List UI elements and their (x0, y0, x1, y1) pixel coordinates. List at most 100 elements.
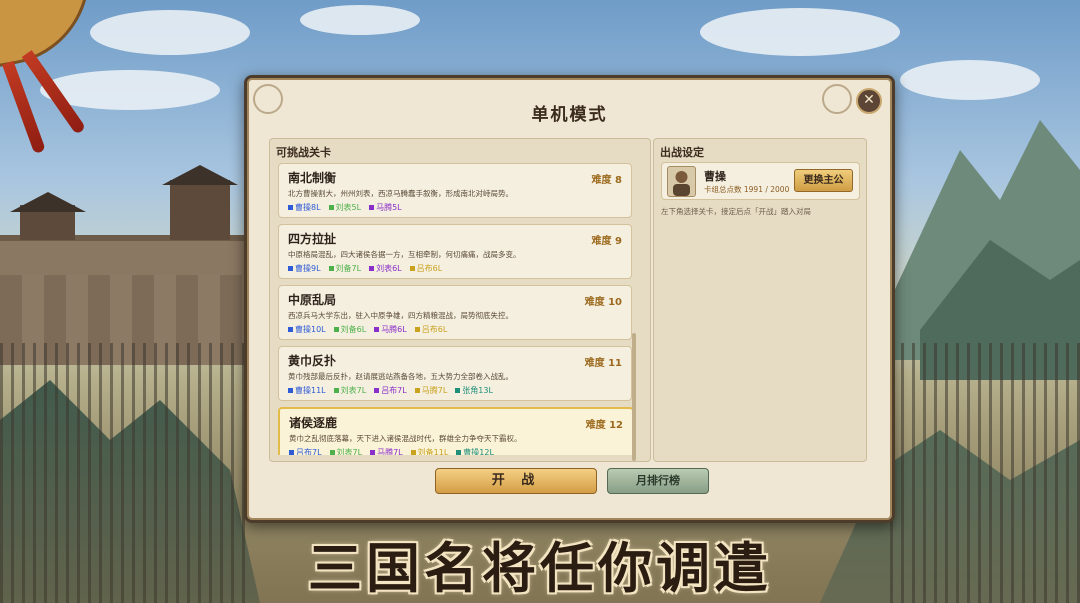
stage-opponents: 吕布7L 刘表7L 马腾7L 刘备11L 曹操12L (289, 447, 502, 455)
opponent-tag: 马腾6L (374, 325, 407, 334)
opponent-label: 吕布6L (421, 325, 448, 334)
stage-description: 黄巾之乱彻底落幕，天下进入诸侯混战时代，群雄全力争夺天下霸权。 (289, 434, 522, 443)
faction-color-icon (410, 450, 416, 455)
faction-color-icon (288, 327, 293, 332)
faction-color-icon (374, 388, 380, 393)
opponent-tag: 曹操8L (288, 203, 321, 212)
faction-color-icon (328, 266, 334, 271)
stage-opponents: 曹操11L 刘表7L 吕布7L 马腾7L 张角13L (288, 385, 501, 396)
deploy-section-title: 出战设定 (660, 146, 704, 159)
change-lord-button[interactable]: 更换主公 (794, 169, 853, 192)
stage-list-box: 可挑战关卡 南北制衡 难度 8 北方曹操割大，州州刘表，西凉马腾蠢手叙衡，形成南北对… (269, 138, 651, 462)
opponent-label: 吕布7L (296, 448, 322, 455)
opponent-label: 马腾5L (376, 203, 402, 212)
slogan-text: 三国名将任你调遣 (308, 536, 772, 600)
faction-color-icon (288, 266, 293, 271)
general-portrait-icon (673, 171, 690, 196)
opponent-tag: 刘备7L (328, 264, 362, 273)
opponent-label: 刘备6L (340, 325, 367, 334)
opponent-label: 曹操10L (295, 325, 326, 334)
stage-opponents: 曹操10L 刘备6L 马腾6L 吕布6L (288, 324, 455, 335)
faction-color-icon (409, 266, 415, 271)
opponent-label: 曹操9L (295, 264, 321, 273)
stage-name: 南北制衡 (288, 171, 337, 185)
stage-opponents: 曹操8L 刘表5L 马腾5L (288, 202, 410, 213)
general-name: 曹操 (704, 170, 726, 183)
opponent-tag: 马腾7L (370, 448, 403, 455)
stage-difficulty: 难度 8 (591, 175, 622, 186)
stage-difficulty: 难度 10 (584, 297, 622, 308)
opponent-label: 曹操11L (295, 386, 326, 395)
opponent-tag: 曹操11L (288, 386, 326, 395)
faction-color-icon (456, 450, 462, 455)
stage-name: 黄巾反扑 (288, 354, 337, 368)
stage-card[interactable]: 黄巾反扑 难度 11 黄巾残部最后反扑，赵请展逃站燕备各地，五大势力全部卷入战乱。曹… (278, 346, 632, 401)
opponent-label: 刘表6L (376, 264, 402, 273)
opponent-tag: 曹操10L (288, 325, 326, 334)
stage-card[interactable]: 中原乱局 难度 10 西凉兵马大学东出，驻入中原争雄，四方精粮混战，局势彻底失控。曹… (278, 285, 632, 340)
faction-color-icon (333, 388, 339, 393)
deploy-hint: 左下角选择关卡，接定后点「开战」踏入对局 (661, 207, 811, 216)
opponent-label: 刘表5L (335, 203, 362, 212)
stage-difficulty: 难度 12 (585, 420, 623, 431)
opponent-tag: 张角13L (455, 386, 493, 395)
stage-name: 四方拉扯 (288, 232, 337, 246)
start-battle-button[interactable]: 开 战 (435, 468, 597, 494)
opponent-tag: 曹操12L (456, 448, 494, 455)
faction-color-icon (370, 450, 376, 455)
opponent-tag: 曹操9L (288, 264, 321, 273)
opponent-tag: 刘表6L (369, 264, 402, 273)
deploy-settings-box: 出战设定 曹操 卡组总点数 1991 / 2000 更换主公 左下角选择关卡，接… (653, 138, 867, 462)
panel-title: 单机模式 (531, 105, 608, 125)
opponent-label: 曹操8L (295, 203, 321, 212)
stage-opponents: 曹操9L 刘备7L 刘表6L 吕布6L (288, 263, 450, 274)
stage-difficulty: 难度 11 (584, 358, 622, 369)
opponent-label: 马腾7L (421, 386, 448, 395)
monthly-ranking-button[interactable]: 月排行榜 (607, 468, 709, 494)
faction-color-icon (374, 327, 380, 332)
opponent-label: 吕布6L (416, 264, 443, 273)
faction-color-icon (369, 205, 375, 210)
faction-color-icon (369, 266, 375, 271)
stage-description: 北方曹操割大，州州刘表，西凉马腾蠢手叙衡，形成南北对峙局势。 (288, 189, 513, 198)
opponent-label: 刘表7L (336, 448, 363, 455)
scrollbar[interactable] (632, 333, 636, 461)
faction-color-icon (455, 388, 461, 393)
faction-color-icon (288, 388, 293, 393)
opponent-tag: 刘备11L (410, 448, 449, 455)
stage-list: 南北制衡 难度 8 北方曹操割大，州州刘表，西凉马腾蠢手叙衡，形成南北对峙局势。 曹操… (278, 163, 634, 455)
opponent-tag: 吕布6L (414, 325, 448, 334)
opponent-label: 曹操12L (463, 448, 494, 455)
stage-card[interactable]: 诸侯逐鹿 难度 12 黄巾之乱彻底落幕，天下进入诸侯混战时代，群雄全力争夺天下霸权。… (278, 407, 634, 455)
opponent-label: 马腾7L (377, 448, 403, 455)
opponent-tag: 吕布6L (409, 264, 443, 273)
stage-card[interactable]: 四方拉扯 难度 9 中原格局混乱，四大诸侯各据一方，互相牵制，何切痛痛，战局多变。曹… (278, 224, 632, 279)
stage-description: 中原格局混乱，四大诸侯各据一方，互相牵制，何切痛痛，战局多变。 (288, 250, 521, 259)
general-card: 曹操 卡组总点数 1991 / 2000 更换主公 (661, 162, 860, 200)
general-avatar (667, 166, 696, 197)
opponent-tag: 马腾5L (369, 203, 402, 212)
close-button[interactable]: ✕ (856, 88, 882, 114)
deck-points: 卡组总点数 1991 / 2000 (704, 185, 790, 194)
stage-card[interactable]: 南北制衡 难度 8 北方曹操割大，州州刘表，西凉马腾蠢手叙衡，形成南北对峙局势。 曹操… (278, 163, 632, 218)
stage-name: 中原乱局 (288, 293, 337, 307)
single-player-panel: 单机模式 ✕ 可挑战关卡 南北制衡 难度 8 北方曹操割大，州州刘表，西凉马腾蠢手叙… (244, 75, 895, 523)
faction-color-icon (414, 327, 420, 332)
opponent-label: 刘备7L (335, 264, 362, 273)
opponent-label: 吕布7L (381, 386, 407, 395)
stage-description: 西凉兵马大学东出，驻入中原争雄，四方精粮混战，局势彻底失控。 (288, 311, 513, 320)
opponent-tag: 刘备6L (333, 325, 367, 334)
opponent-tag: 马腾7L (414, 386, 448, 395)
stage-section-title: 可挑战关卡 (276, 146, 331, 159)
opponent-tag: 刘表7L (329, 448, 363, 455)
close-icon: ✕ (863, 92, 875, 108)
faction-color-icon (328, 205, 334, 210)
faction-color-icon (333, 327, 339, 332)
opponent-tag: 吕布7L (289, 448, 322, 455)
opponent-label: 刘表7L (340, 386, 367, 395)
opponent-label: 马腾6L (381, 325, 407, 334)
opponent-label: 刘备11L (417, 448, 449, 455)
faction-color-icon (289, 450, 294, 455)
faction-color-icon (288, 205, 293, 210)
opponent-tag: 刘表5L (328, 203, 362, 212)
